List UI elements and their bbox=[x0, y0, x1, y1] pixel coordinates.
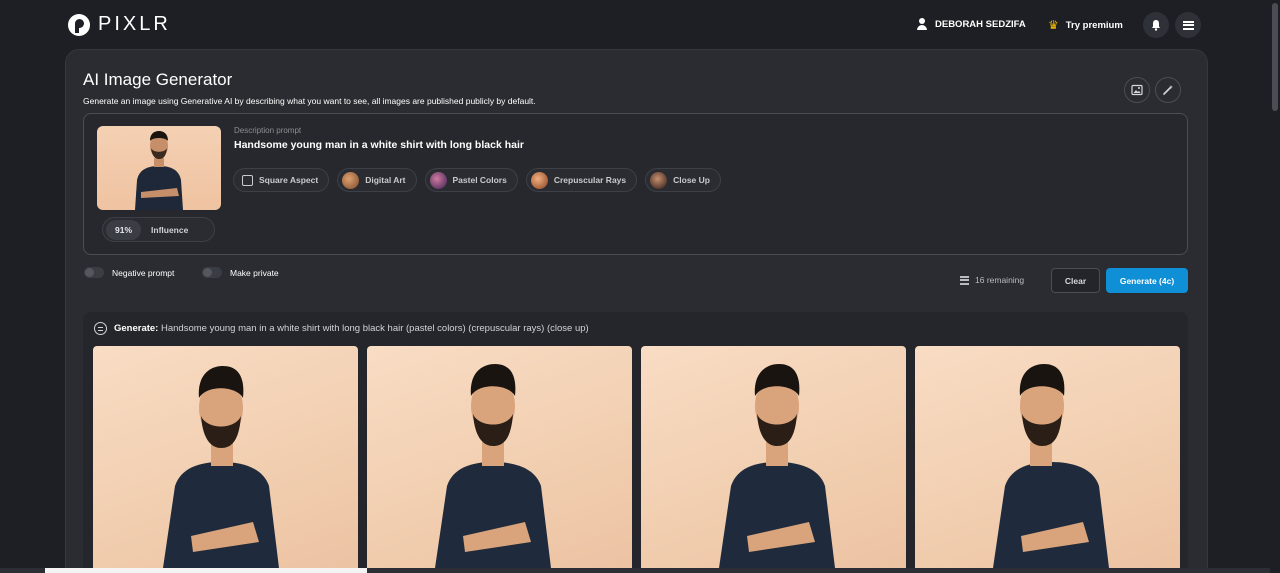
description-label: Description prompt bbox=[234, 126, 302, 135]
reference-image-thumbnail[interactable] bbox=[97, 126, 221, 210]
try-premium-button[interactable]: ♛ Try premium bbox=[1048, 18, 1123, 32]
result-image-3[interactable] bbox=[641, 346, 906, 568]
bell-icon bbox=[1152, 20, 1160, 31]
influence-control[interactable]: 91% Influence bbox=[102, 217, 215, 242]
close-up-thumb-icon bbox=[650, 171, 668, 189]
generated-person-image bbox=[163, 366, 279, 568]
toggle-switch[interactable] bbox=[202, 267, 222, 278]
chip-label: Pastel Colors bbox=[452, 175, 507, 185]
negative-prompt-label: Negative prompt bbox=[112, 267, 175, 278]
toggle-switch[interactable] bbox=[84, 267, 104, 278]
try-premium-label: Try premium bbox=[1065, 19, 1123, 31]
logo-text: PIXLR bbox=[98, 13, 171, 35]
negative-prompt-toggle[interactable]: Negative prompt bbox=[84, 267, 174, 278]
reference-person-image bbox=[135, 131, 183, 210]
generated-person-image bbox=[993, 364, 1109, 568]
result-image-1[interactable] bbox=[93, 346, 358, 568]
remaining-label: 16 remaining bbox=[975, 275, 1025, 285]
pixlr-logo[interactable]: PIXLR bbox=[68, 13, 171, 36]
vertical-scrollbar-thumb[interactable] bbox=[1272, 3, 1278, 111]
result-image-2[interactable] bbox=[367, 346, 632, 568]
chip-digital-art[interactable]: Digital Art bbox=[337, 168, 417, 192]
chip-square-aspect[interactable]: Square Aspect bbox=[233, 168, 330, 192]
chip-label: Digital Art bbox=[365, 175, 406, 185]
pixlr-logo-icon bbox=[68, 13, 90, 36]
influence-label: Influence bbox=[151, 224, 189, 235]
hamburger-icon bbox=[1182, 20, 1194, 30]
notifications-button[interactable] bbox=[1143, 12, 1169, 38]
image-icon bbox=[1131, 84, 1143, 96]
vertical-scrollbar[interactable] bbox=[1270, 0, 1280, 573]
user-name: DEBORAH SEDZIFA bbox=[935, 18, 1026, 30]
generated-person-image bbox=[435, 364, 551, 568]
user-icon bbox=[916, 18, 928, 30]
user-account-button[interactable]: DEBORAH SEDZIFA bbox=[916, 18, 1026, 30]
chip-label: Square Aspect bbox=[259, 175, 319, 185]
generated-person-image bbox=[719, 364, 835, 568]
clear-button[interactable]: Clear bbox=[1051, 268, 1100, 293]
generate-button[interactable]: Generate (4c) bbox=[1106, 268, 1188, 293]
magic-wand-button[interactable] bbox=[1155, 77, 1181, 103]
crown-icon: ♛ bbox=[1048, 18, 1059, 32]
page-title: AI Image Generator bbox=[83, 70, 233, 89]
digital-art-thumb-icon bbox=[342, 171, 360, 189]
generate-summary: Generate: Handsome young man in a white … bbox=[94, 322, 589, 335]
influence-value: 91% bbox=[106, 219, 142, 240]
chip-label: Close Up bbox=[673, 175, 710, 185]
chip-pastel-colors[interactable]: Pastel Colors bbox=[424, 168, 518, 192]
menu-button[interactable] bbox=[1175, 12, 1201, 38]
horizontal-scrollbar-thumb[interactable] bbox=[45, 568, 367, 573]
crepuscular-rays-thumb-icon bbox=[530, 171, 548, 189]
result-image-4[interactable] bbox=[915, 346, 1180, 568]
generate-prefix: Generate: bbox=[114, 323, 159, 334]
style-chips: Square Aspect Digital Art Pastel Colors … bbox=[233, 168, 721, 192]
page-subtitle: Generate an image using Generative AI by… bbox=[83, 96, 536, 106]
chip-close-up[interactable]: Close Up bbox=[645, 168, 721, 192]
credits-stack-icon bbox=[960, 275, 969, 285]
image-reference-button[interactable] bbox=[1124, 77, 1150, 103]
magic-wand-icon bbox=[1163, 85, 1173, 95]
pastel-colors-thumb-icon bbox=[429, 171, 447, 189]
chip-crepuscular-rays[interactable]: Crepuscular Rays bbox=[525, 168, 638, 192]
chip-label: Crepuscular Rays bbox=[553, 175, 627, 185]
description-prompt-input[interactable]: Handsome young man in a white shirt with… bbox=[234, 139, 524, 151]
credits-remaining: 16 remaining bbox=[960, 275, 1024, 285]
generate-text: Handsome young man in a white shirt with… bbox=[161, 323, 589, 334]
make-private-label: Make private bbox=[230, 267, 279, 278]
square-icon bbox=[242, 174, 253, 186]
make-private-toggle[interactable]: Make private bbox=[202, 267, 279, 278]
top-bar: PIXLR DEBORAH SEDZIFA ♛ Try premium bbox=[0, 0, 1270, 50]
generate-icon bbox=[94, 322, 107, 335]
